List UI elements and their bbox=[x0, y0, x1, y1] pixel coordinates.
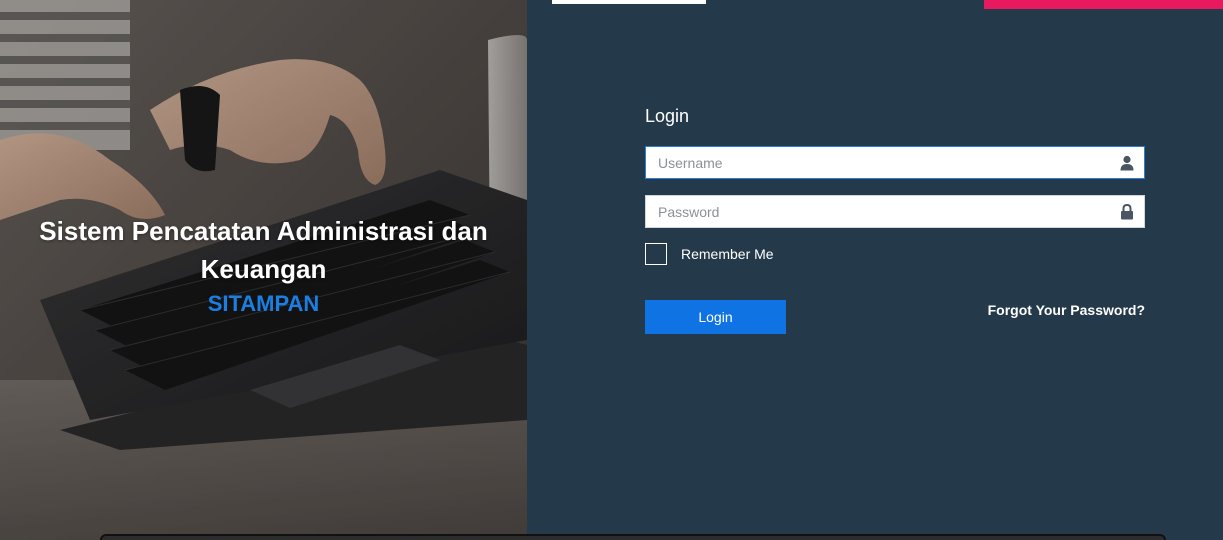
login-form-title: Login bbox=[645, 106, 690, 126]
remember-me-label[interactable]: Remember Me bbox=[681, 246, 774, 262]
password-input[interactable] bbox=[646, 196, 1144, 227]
form-actions: Login Forgot Your Password? bbox=[645, 300, 1145, 334]
lock-icon bbox=[1120, 203, 1134, 220]
username-field[interactable] bbox=[645, 146, 1145, 179]
remember-me-checkbox[interactable] bbox=[645, 243, 667, 265]
hero-image-panel: Sistem Pencatatan Administrasi dan Keuan… bbox=[0, 0, 527, 540]
forgot-password-link[interactable]: Forgot Your Password? bbox=[988, 302, 1145, 318]
username-input[interactable] bbox=[646, 147, 1144, 178]
user-icon bbox=[1120, 155, 1134, 171]
remember-me-row: Remember Me bbox=[645, 243, 1145, 265]
login-form: Login Remember Me Login Forgot Your Pass… bbox=[645, 104, 1145, 334]
hero-text-block: Sistem Pencatatan Administrasi dan Keuan… bbox=[0, 212, 527, 318]
bottom-device-edge bbox=[100, 534, 1166, 540]
password-field[interactable] bbox=[645, 195, 1145, 228]
app-acronym: SITAMPAN bbox=[207, 291, 320, 316]
login-button[interactable]: Login bbox=[645, 300, 786, 334]
app-title: Sistem Pencatatan Administrasi dan Keuan… bbox=[39, 216, 488, 284]
top-white-accent-bar bbox=[552, 0, 706, 4]
top-pink-accent-bar bbox=[984, 0, 1223, 9]
